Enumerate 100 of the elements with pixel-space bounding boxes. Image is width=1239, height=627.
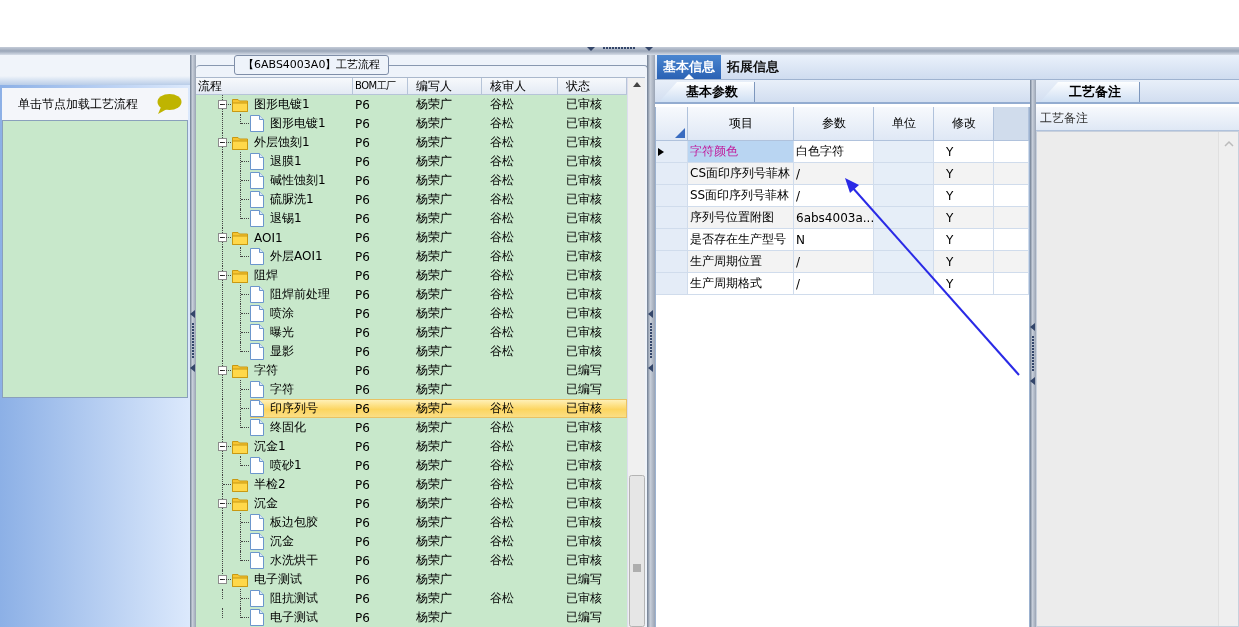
file-icon: [250, 115, 264, 132]
tree-row[interactable]: 字符 P6 杨荣广 已编写: [232, 361, 627, 380]
tree-row[interactable]: 退锡1 P6 杨荣广 谷松 已审核: [250, 209, 627, 228]
column-header[interactable]: 修改: [934, 107, 994, 141]
table-cell-text: 已审核: [565, 286, 603, 303]
scrollbar[interactable]: [627, 78, 645, 627]
table-cell-text: 已审核: [565, 305, 603, 322]
tree-row[interactable]: 沉金 P6 杨荣广 谷松 已审核: [232, 494, 627, 513]
tree-node-label: 电子测试: [270, 609, 318, 626]
param-row[interactable]: SS面印序列号菲林 / Y: [656, 185, 1029, 207]
table-cell-text: 谷松: [489, 534, 514, 548]
folder-icon: [232, 135, 248, 150]
table-cell-text: 杨荣广: [415, 609, 453, 626]
splitter-grip-icon[interactable]: [586, 47, 653, 52]
table-cell-text: 已编写: [565, 381, 603, 398]
tree-row[interactable]: 显影 P6 杨荣广 谷松 已审核: [250, 342, 627, 361]
table-cell-text: 已编写: [565, 571, 603, 588]
tree-row[interactable]: 硫脲洗1 P6 杨荣广 谷松 已审核: [250, 190, 627, 209]
param-row[interactable]: CS面印序列号菲林 / Y: [656, 163, 1029, 185]
tree-row[interactable]: 板边包胶 P6 杨荣广 谷松 已审核: [250, 513, 627, 532]
tree-node-label: 水洗烘干: [270, 552, 318, 569]
tree-row[interactable]: AOI1 P6 杨荣广 谷松 已审核: [232, 228, 627, 247]
splitter-grip-icon[interactable]: [190, 310, 196, 372]
splitter-grip-icon[interactable]: [1030, 322, 1036, 385]
tree-node-label: 电子测试: [254, 571, 302, 588]
table-cell-text: P6: [354, 173, 371, 188]
tree-row[interactable]: 电子测试 P6 杨荣广 已编写: [250, 608, 627, 627]
scroll-thumb[interactable]: [628, 475, 645, 627]
table-cell-text: 已审核: [565, 267, 603, 284]
tree-node-label: 退膜1: [270, 153, 302, 170]
corner-triangle-icon: [675, 128, 685, 138]
column-header[interactable]: 项目: [688, 107, 794, 141]
table-cell-text: 杨荣广: [415, 495, 453, 512]
column-header[interactable]: 单位: [874, 107, 934, 141]
table-cell-text: 杨荣广: [415, 172, 453, 189]
row-header[interactable]: [656, 141, 688, 163]
table-cell-text: 已审核: [565, 191, 603, 208]
collapse-icon[interactable]: [218, 233, 227, 242]
collapse-icon[interactable]: [218, 575, 227, 584]
table-cell-text: 谷松: [489, 477, 514, 491]
file-icon: [250, 153, 264, 170]
tree-row[interactable]: 字符 P6 杨荣广 已编写: [250, 380, 627, 399]
tree-row[interactable]: 喷砂1 P6 杨荣广 谷松 已审核: [250, 456, 627, 475]
tree-row[interactable]: 碱性蚀刻1 P6 杨荣广 谷松 已审核: [250, 171, 627, 190]
tree-row[interactable]: 喷涂 P6 杨荣广 谷松 已审核: [250, 304, 627, 323]
tree-row[interactable]: 阻焊前处理 P6 杨荣广 谷松 已审核: [250, 285, 627, 304]
row-pointer-icon: [658, 147, 664, 156]
tab[interactable]: 基本参数: [659, 82, 755, 102]
table-cell-text: 谷松: [489, 116, 514, 130]
tree-row[interactable]: 水洗烘干 P6 杨荣广 谷松 已审核: [250, 551, 627, 570]
tree-row[interactable]: 退膜1 P6 杨荣广 谷松 已审核: [250, 152, 627, 171]
table-cell-text: 已审核: [565, 248, 603, 265]
tab[interactable]: 拓展信息: [721, 55, 785, 79]
corner-header[interactable]: [656, 107, 688, 141]
tab[interactable]: 基本信息: [657, 55, 721, 79]
param-row[interactable]: 是否存在生产型号 N Y: [656, 229, 1029, 251]
tree-node-label: 曝光: [270, 324, 294, 341]
table-cell-text: P6: [354, 553, 371, 568]
tree-row[interactable]: 图形电镀1 P6 杨荣广 谷松 已审核: [250, 114, 627, 133]
table-cell: 生产周期格式: [688, 273, 794, 295]
tree-row[interactable]: 电子测试 P6 杨荣广 已编写: [232, 570, 627, 589]
tab[interactable]: 工艺备注: [1040, 82, 1140, 102]
file-icon: [250, 400, 264, 417]
table-cell-text: P6: [354, 97, 371, 112]
table-cell-text: 谷松: [489, 553, 514, 567]
tree-row[interactable]: 沉金1 P6 杨荣广 谷松 已审核: [232, 437, 627, 456]
column-header[interactable]: 工艺备注: [1036, 107, 1239, 131]
tree-row[interactable]: 印序列号 P6 杨荣广 谷松 已审核: [250, 399, 627, 418]
splitter-grip-icon[interactable]: [648, 310, 654, 372]
table-cell-text: 已审核: [565, 419, 603, 436]
param-row[interactable]: 序列号位置附图 6abs4003a... Y: [656, 207, 1029, 229]
collapse-icon[interactable]: [218, 271, 227, 280]
tree-row[interactable]: 终固化 P6 杨荣广 谷松 已审核: [250, 418, 627, 437]
table-cell-text: 已审核: [565, 476, 603, 493]
tree-row[interactable]: 曝光 P6 杨荣广 谷松 已审核: [250, 323, 627, 342]
tree-row[interactable]: 外层AOI1 P6 杨荣广 谷松 已审核: [250, 247, 627, 266]
collapse-icon[interactable]: [218, 138, 227, 147]
file-icon: [250, 210, 264, 227]
tree-row[interactable]: 沉金 P6 杨荣广 谷松 已审核: [250, 532, 627, 551]
param-row[interactable]: 生产周期位置 / Y: [656, 251, 1029, 273]
table-cell-text: 谷松: [489, 515, 514, 529]
file-icon: [250, 552, 264, 569]
table-cell-text: P6: [354, 382, 371, 397]
table-cell-text: 已审核: [565, 438, 603, 455]
file-icon: [250, 248, 264, 265]
tree-row[interactable]: 阻焊 P6 杨荣广 谷松 已审核: [232, 266, 627, 285]
tree-row[interactable]: 外层蚀刻1 P6 杨荣广 谷松 已审核: [232, 133, 627, 152]
param-row[interactable]: 生产周期格式 / Y: [656, 273, 1029, 295]
tree-row[interactable]: 图形电镀1 P6 杨荣广 谷松 已审核: [232, 95, 627, 114]
tree-row[interactable]: 阻抗测试 P6 杨荣广 谷松 已审核: [250, 589, 627, 608]
group-title: 【6ABS4003A0】工艺流程: [234, 55, 390, 75]
column-header[interactable]: 参数: [794, 107, 874, 141]
collapse-icon[interactable]: [218, 442, 227, 451]
collapse-icon[interactable]: [218, 499, 227, 508]
table-cell-text: 杨荣广: [415, 590, 453, 607]
collapse-icon[interactable]: [218, 100, 227, 109]
file-icon: [250, 343, 264, 360]
param-row[interactable]: 字符颜色 白色字符 Y: [656, 141, 1029, 163]
tree-row[interactable]: 半检2 P6 杨荣广 谷松 已审核: [232, 475, 627, 494]
collapse-icon[interactable]: [218, 366, 227, 375]
